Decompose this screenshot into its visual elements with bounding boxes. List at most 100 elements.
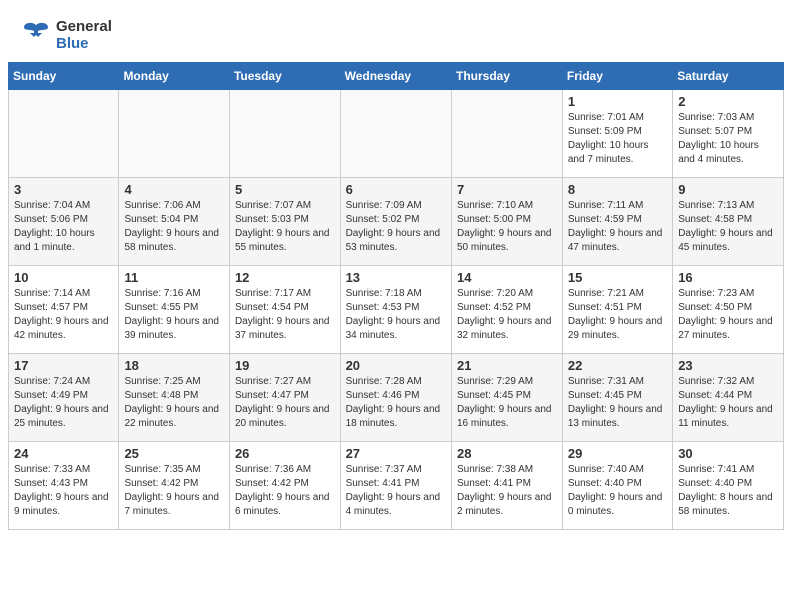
day-number: 22 — [568, 358, 667, 373]
day-number: 12 — [235, 270, 335, 285]
day-number: 9 — [678, 182, 778, 197]
day-number: 4 — [124, 182, 224, 197]
day-number: 17 — [14, 358, 113, 373]
day-info: Sunrise: 7:09 AM Sunset: 5:02 PM Dayligh… — [346, 199, 446, 255]
day-info: Sunrise: 7:28 AM Sunset: 4:46 PM Dayligh… — [346, 375, 446, 431]
day-info: Sunrise: 7:37 AM Sunset: 4:41 PM Dayligh… — [346, 463, 446, 519]
day-info: Sunrise: 7:21 AM Sunset: 4:51 PM Dayligh… — [568, 287, 667, 343]
day-info: Sunrise: 7:25 AM Sunset: 4:48 PM Dayligh… — [124, 375, 224, 431]
day-info: Sunrise: 7:32 AM Sunset: 4:44 PM Dayligh… — [678, 375, 778, 431]
calendar-cell — [9, 90, 119, 178]
calendar-cell: 26Sunrise: 7:36 AM Sunset: 4:42 PM Dayli… — [229, 442, 340, 530]
calendar-cell: 17Sunrise: 7:24 AM Sunset: 4:49 PM Dayli… — [9, 354, 119, 442]
day-info: Sunrise: 7:04 AM Sunset: 5:06 PM Dayligh… — [14, 199, 113, 255]
day-number: 30 — [678, 446, 778, 461]
logo: General Blue — [20, 18, 112, 52]
day-info: Sunrise: 7:40 AM Sunset: 4:40 PM Dayligh… — [568, 463, 667, 519]
calendar-week-row: 1 Sunrise: 7:01 AM Sunset: 5:09 PM Daylig… — [9, 90, 784, 178]
day-info: Sunrise: 7:17 AM Sunset: 4:54 PM Dayligh… — [235, 287, 335, 343]
day-info: Sunrise: 7:01 AM Sunset: 5:09 PM Dayligh… — [568, 111, 667, 167]
calendar-cell: 7 Sunrise: 7:10 AM Sunset: 5:00 PM Daylig… — [451, 178, 562, 266]
weekday-header: Saturday — [673, 63, 784, 90]
calendar-wrapper: SundayMondayTuesdayWednesdayThursdayFrid… — [0, 62, 792, 538]
calendar-cell: 21 Sunrise: 7:29 AM Sunset: 4:45 PM Dayli… — [451, 354, 562, 442]
day-info: Sunrise: 7:03 AM Sunset: 5:07 PM Dayligh… — [678, 111, 778, 167]
calendar-cell — [119, 90, 230, 178]
calendar-cell: 15 Sunrise: 7:21 AM Sunset: 4:51 PM Dayli… — [562, 266, 672, 354]
day-info: Sunrise: 7:41 AM Sunset: 4:40 PM Dayligh… — [678, 463, 778, 519]
day-info: Sunrise: 7:20 AM Sunset: 4:52 PM Dayligh… — [457, 287, 557, 343]
day-info: Sunrise: 7:36 AM Sunset: 4:42 PM Dayligh… — [235, 463, 335, 519]
calendar-cell: 19 Sunrise: 7:27 AM Sunset: 4:47 PM Dayli… — [229, 354, 340, 442]
day-info: Sunrise: 7:35 AM Sunset: 4:42 PM Dayligh… — [124, 463, 224, 519]
calendar-cell: 6 Sunrise: 7:09 AM Sunset: 5:02 PM Daylig… — [340, 178, 451, 266]
day-info: Sunrise: 7:23 AM Sunset: 4:50 PM Dayligh… — [678, 287, 778, 343]
day-number: 5 — [235, 182, 335, 197]
day-number: 25 — [124, 446, 224, 461]
day-number: 8 — [568, 182, 667, 197]
day-info: Sunrise: 7:18 AM Sunset: 4:53 PM Dayligh… — [346, 287, 446, 343]
calendar-body: 1 Sunrise: 7:01 AM Sunset: 5:09 PM Daylig… — [9, 90, 784, 530]
day-number: 16 — [678, 270, 778, 285]
calendar-cell — [451, 90, 562, 178]
day-info: Sunrise: 7:06 AM Sunset: 5:04 PM Dayligh… — [124, 199, 224, 255]
calendar-cell — [229, 90, 340, 178]
day-number: 23 — [678, 358, 778, 373]
calendar-cell: 27Sunrise: 7:37 AM Sunset: 4:41 PM Dayli… — [340, 442, 451, 530]
day-info: Sunrise: 7:14 AM Sunset: 4:57 PM Dayligh… — [14, 287, 113, 343]
calendar-cell: 12 Sunrise: 7:17 AM Sunset: 4:54 PM Dayli… — [229, 266, 340, 354]
day-info: Sunrise: 7:13 AM Sunset: 4:58 PM Dayligh… — [678, 199, 778, 255]
calendar-cell: 4 Sunrise: 7:06 AM Sunset: 5:04 PM Daylig… — [119, 178, 230, 266]
calendar-table: SundayMondayTuesdayWednesdayThursdayFrid… — [8, 62, 784, 530]
calendar-cell: 20Sunrise: 7:28 AM Sunset: 4:46 PM Dayli… — [340, 354, 451, 442]
page-header: General Blue — [0, 0, 792, 62]
day-number: 11 — [124, 270, 224, 285]
calendar-cell: 24Sunrise: 7:33 AM Sunset: 4:43 PM Dayli… — [9, 442, 119, 530]
calendar-cell: 22Sunrise: 7:31 AM Sunset: 4:45 PM Dayli… — [562, 354, 672, 442]
weekday-header: Monday — [119, 63, 230, 90]
day-number: 19 — [235, 358, 335, 373]
day-number: 7 — [457, 182, 557, 197]
day-info: Sunrise: 7:11 AM Sunset: 4:59 PM Dayligh… — [568, 199, 667, 255]
weekday-header: Wednesday — [340, 63, 451, 90]
calendar-cell: 1 Sunrise: 7:01 AM Sunset: 5:09 PM Daylig… — [562, 90, 672, 178]
day-number: 21 — [457, 358, 557, 373]
day-number: 3 — [14, 182, 113, 197]
day-info: Sunrise: 7:10 AM Sunset: 5:00 PM Dayligh… — [457, 199, 557, 255]
logo-general-text: General — [56, 18, 112, 35]
calendar-header: SundayMondayTuesdayWednesdayThursdayFrid… — [9, 63, 784, 90]
calendar-week-row: 24Sunrise: 7:33 AM Sunset: 4:43 PM Dayli… — [9, 442, 784, 530]
calendar-cell: 9 Sunrise: 7:13 AM Sunset: 4:58 PM Daylig… — [673, 178, 784, 266]
calendar-cell: 10 Sunrise: 7:14 AM Sunset: 4:57 PM Dayli… — [9, 266, 119, 354]
logo-text: General Blue — [56, 18, 112, 52]
day-info: Sunrise: 7:29 AM Sunset: 4:45 PM Dayligh… — [457, 375, 557, 431]
calendar-week-row: 17Sunrise: 7:24 AM Sunset: 4:49 PM Dayli… — [9, 354, 784, 442]
day-number: 29 — [568, 446, 667, 461]
day-info: Sunrise: 7:16 AM Sunset: 4:55 PM Dayligh… — [124, 287, 224, 343]
calendar-cell — [340, 90, 451, 178]
day-info: Sunrise: 7:27 AM Sunset: 4:47 PM Dayligh… — [235, 375, 335, 431]
calendar-cell: 3 Sunrise: 7:04 AM Sunset: 5:06 PM Daylig… — [9, 178, 119, 266]
calendar-cell: 13 Sunrise: 7:18 AM Sunset: 4:53 PM Dayli… — [340, 266, 451, 354]
calendar-cell: 28Sunrise: 7:38 AM Sunset: 4:41 PM Dayli… — [451, 442, 562, 530]
day-number: 28 — [457, 446, 557, 461]
calendar-cell: 18 Sunrise: 7:25 AM Sunset: 4:48 PM Dayli… — [119, 354, 230, 442]
calendar-cell: 5 Sunrise: 7:07 AM Sunset: 5:03 PM Daylig… — [229, 178, 340, 266]
calendar-cell: 8 Sunrise: 7:11 AM Sunset: 4:59 PM Daylig… — [562, 178, 672, 266]
day-number: 18 — [124, 358, 224, 373]
day-number: 13 — [346, 270, 446, 285]
day-number: 10 — [14, 270, 113, 285]
day-number: 1 — [568, 94, 667, 109]
calendar-cell: 23 Sunrise: 7:32 AM Sunset: 4:44 PM Dayli… — [673, 354, 784, 442]
weekday-row: SundayMondayTuesdayWednesdayThursdayFrid… — [9, 63, 784, 90]
weekday-header: Sunday — [9, 63, 119, 90]
day-number: 14 — [457, 270, 557, 285]
day-info: Sunrise: 7:07 AM Sunset: 5:03 PM Dayligh… — [235, 199, 335, 255]
calendar-cell: 29 Sunrise: 7:40 AM Sunset: 4:40 PM Dayli… — [562, 442, 672, 530]
calendar-cell: 30 Sunrise: 7:41 AM Sunset: 4:40 PM Dayli… — [673, 442, 784, 530]
day-number: 15 — [568, 270, 667, 285]
day-number: 24 — [14, 446, 113, 461]
weekday-header: Thursday — [451, 63, 562, 90]
weekday-header: Friday — [562, 63, 672, 90]
day-number: 6 — [346, 182, 446, 197]
